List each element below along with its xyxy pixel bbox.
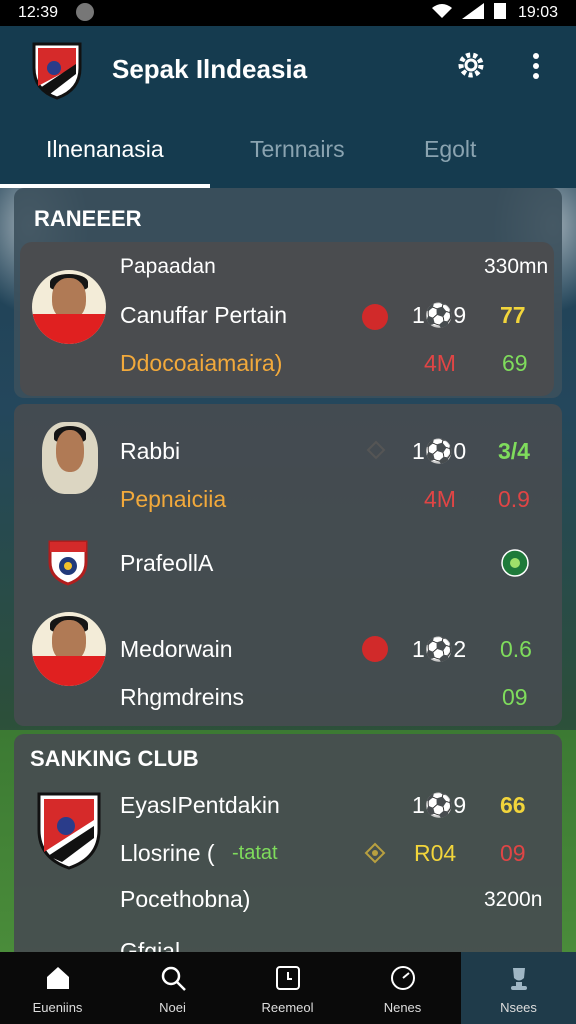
player-sub-3: Rhgmdreins bbox=[120, 684, 244, 710]
player-score-3: 1⚽2 bbox=[412, 636, 467, 662]
gauge-icon bbox=[391, 966, 415, 990]
card-value: 330mn bbox=[484, 255, 549, 278]
player-points-2: 3/4 bbox=[498, 438, 530, 464]
signal-icon bbox=[462, 3, 484, 19]
player-points-1: 77 bbox=[500, 302, 526, 328]
player-sub-2: Pepnaiciia bbox=[120, 486, 227, 512]
club-row-score-1: 1⚽9 bbox=[412, 792, 467, 818]
notification-icon bbox=[76, 3, 94, 21]
tab-2[interactable]: Ternnairs bbox=[250, 136, 345, 163]
nav-label-2: Noei bbox=[159, 1000, 186, 1015]
status-bar: 12:39 19:03 bbox=[0, 0, 576, 26]
club-status-icon bbox=[501, 549, 529, 577]
nav-label-5: Nsees bbox=[500, 1000, 537, 1015]
app-title: Sepak Ilndeasia bbox=[112, 54, 308, 84]
status-time-right: 19:03 bbox=[517, 4, 558, 21]
player-sub-value-1: 4M bbox=[424, 350, 456, 376]
card-label: Papaadan bbox=[120, 255, 216, 278]
section-title-a: RANEEER bbox=[34, 206, 142, 231]
club-badge-icon bbox=[362, 304, 388, 330]
nav-label-3: Reemeol bbox=[261, 1000, 314, 1015]
club-name[interactable]: PrafeollA bbox=[120, 550, 213, 577]
battery-icon bbox=[494, 3, 506, 19]
diamond-icon bbox=[366, 440, 386, 460]
club-badge-icon-2 bbox=[362, 636, 388, 662]
player-name-2[interactable]: Rabbi bbox=[120, 438, 180, 465]
player-avatar-1 bbox=[32, 270, 106, 344]
club-row-name-2[interactable]: Llosrine ( bbox=[120, 840, 215, 867]
nav-item-news[interactable]: Nenes bbox=[345, 952, 460, 1024]
nav-label-4: Nenes bbox=[383, 1000, 422, 1015]
club-crest-icon bbox=[37, 792, 101, 870]
section-title-c: SANKING CLUB bbox=[30, 746, 199, 771]
search-icon bbox=[161, 966, 186, 991]
gear-icon[interactable] bbox=[454, 48, 488, 82]
tab-1[interactable]: Ilnenanasia bbox=[46, 136, 164, 163]
club-row-score-2: R04 bbox=[414, 840, 457, 866]
club-row-value-3: 3200n bbox=[484, 888, 543, 911]
bottom-nav: Eueniins Noei Reemeol Nenes Nsees bbox=[0, 952, 576, 1024]
club-row-points-2: 09 bbox=[500, 840, 526, 866]
player-sub-value2-2: 0.9 bbox=[498, 486, 530, 512]
player-sub-value2-1: 69 bbox=[502, 350, 528, 376]
club-row-icon-2 bbox=[364, 842, 386, 864]
player-name-3[interactable]: Medorwain bbox=[120, 636, 233, 663]
club-row-name-3[interactable]: Pocethobna) bbox=[120, 886, 250, 913]
player-name-1: Canuffar Pertain bbox=[120, 302, 288, 328]
clock-icon bbox=[276, 966, 300, 990]
player-avatar-2 bbox=[42, 422, 98, 494]
nav-item-records[interactable]: Reemeol bbox=[230, 952, 345, 1024]
nav-item-home[interactable]: Eueniins bbox=[0, 952, 115, 1024]
player-score-1: 1⚽9 bbox=[412, 302, 467, 328]
nav-label-1: Eueniins bbox=[32, 1000, 83, 1015]
more-vert-icon[interactable] bbox=[526, 50, 546, 82]
app-logo-icon bbox=[32, 42, 82, 100]
nav-item-search[interactable]: Noei bbox=[115, 952, 230, 1024]
player-sub-value2-3: 09 bbox=[502, 684, 528, 710]
tab-3[interactable]: Egolt bbox=[424, 136, 476, 163]
nav-item-profile[interactable]: Nsees bbox=[461, 952, 576, 1024]
club-row-name-1[interactable]: EyasIPentdakin bbox=[120, 792, 280, 819]
club-shield-icon bbox=[48, 540, 88, 586]
wifi-icon bbox=[432, 4, 452, 18]
club-row-tag-2: -tatat bbox=[232, 842, 278, 864]
tab-bar: Ilnenanasia Ternnairs Egolt bbox=[0, 122, 576, 188]
player-avatar-3 bbox=[32, 612, 106, 686]
trophy-icon bbox=[511, 968, 527, 990]
status-time-left: 12:39 bbox=[18, 4, 59, 21]
app-bar: Sepak Ilndeasia Ilnenanasia Ternnairs Eg… bbox=[0, 26, 576, 188]
player-score-2: 1⚽0 bbox=[412, 438, 467, 464]
player-sub-value-2: 4M bbox=[424, 486, 456, 512]
player-points-3: 0.6 bbox=[500, 636, 532, 662]
club-row-points-1: 66 bbox=[500, 792, 526, 818]
home-icon bbox=[47, 967, 69, 989]
player-sub-1: Ddocoaiamaira) bbox=[120, 350, 283, 376]
